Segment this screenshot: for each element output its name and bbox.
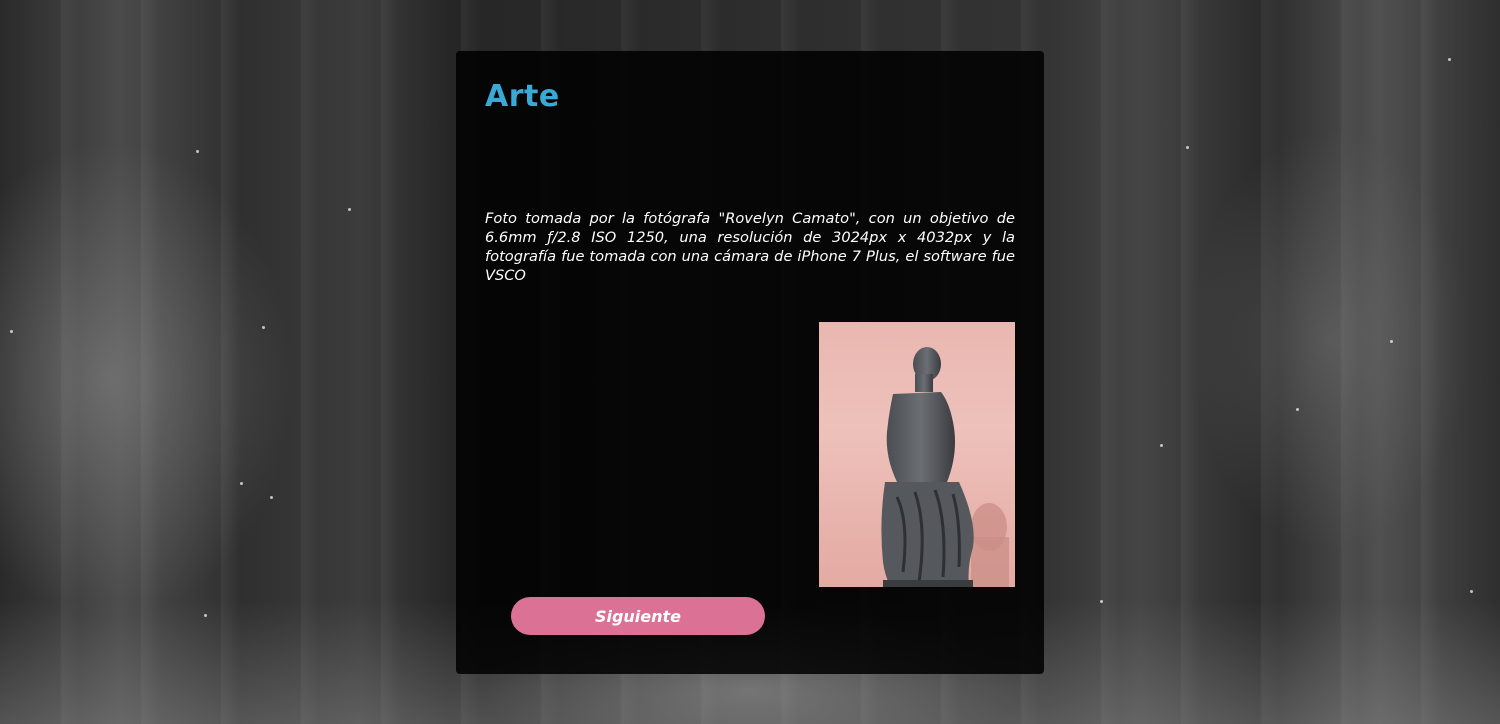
dust-speck <box>348 208 351 211</box>
dust-speck <box>270 496 273 499</box>
dust-speck <box>262 326 265 329</box>
dust-speck <box>10 330 13 333</box>
dust-speck <box>196 150 199 153</box>
dust-speck <box>204 614 207 617</box>
dust-speck <box>1100 600 1103 603</box>
dust-speck <box>1296 408 1299 411</box>
statue-photo <box>819 322 1015 587</box>
dust-speck <box>1186 146 1189 149</box>
dust-speck <box>1470 590 1473 593</box>
dust-speck <box>240 482 243 485</box>
photo-description: Foto tomada por la fotógrafa "Rovelyn Ca… <box>485 210 1015 284</box>
card-title: Arte <box>485 79 560 114</box>
dust-speck <box>1448 58 1451 61</box>
next-button[interactable]: Siguiente <box>511 597 765 635</box>
dust-speck <box>1390 340 1393 343</box>
info-card: Arte Foto tomada por la fotógrafa "Rovel… <box>456 51 1044 674</box>
statue-icon <box>881 347 1009 587</box>
dust-speck <box>1160 444 1163 447</box>
